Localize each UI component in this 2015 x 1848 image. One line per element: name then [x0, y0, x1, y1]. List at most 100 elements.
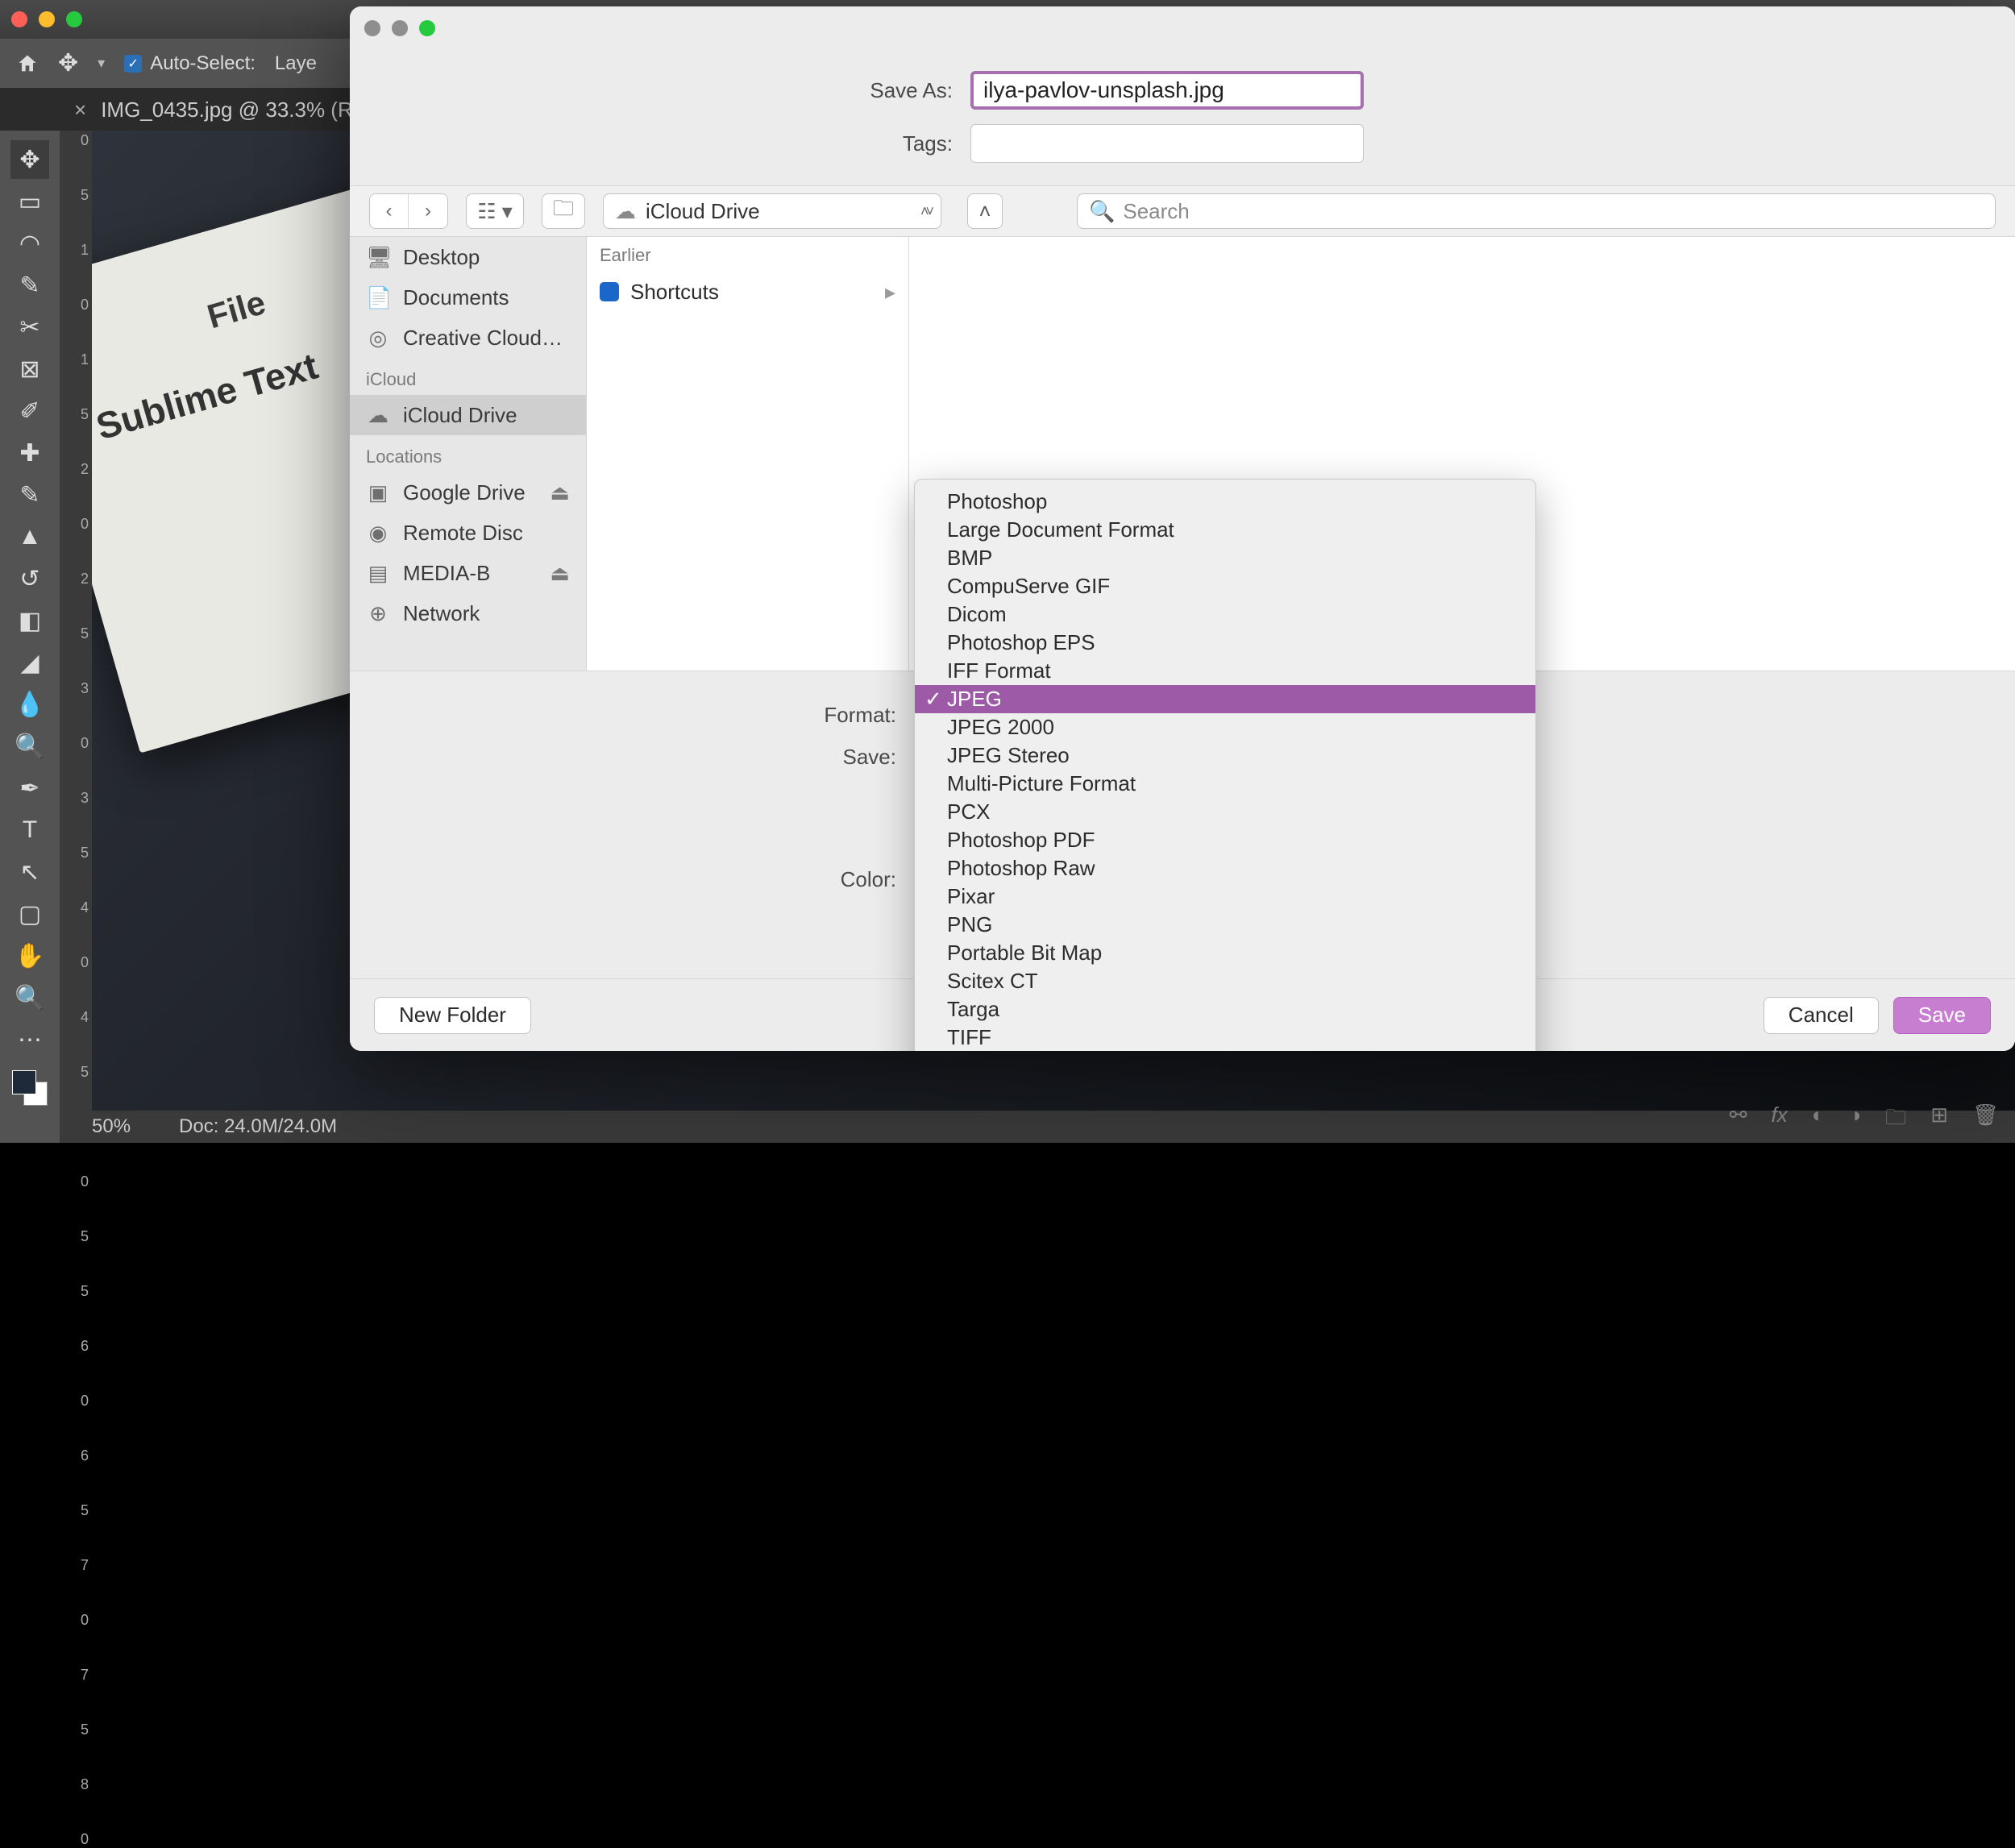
ruler-tick: 1: [60, 351, 92, 368]
format-option-photoshoppdf[interactable]: Photoshop PDF: [915, 826, 1535, 854]
folder-icon[interactable]: 🗀: [1885, 1103, 1906, 1138]
save-dialog: Save As: Tags: ‹ › ☷ ▾ 🗀 ☁︎ iCloud Drive…: [350, 6, 2015, 1051]
move-tool-icon[interactable]: ✥: [58, 49, 78, 77]
fx-icon[interactable]: fx: [1772, 1103, 1788, 1138]
format-option-jpegstereo[interactable]: JPEG Stereo: [915, 741, 1535, 770]
eyedropper-tool[interactable]: ✐: [10, 392, 49, 430]
new-layer-icon[interactable]: ⊞: [1930, 1103, 1948, 1138]
more-tools[interactable]: ⋯: [10, 1020, 49, 1059]
format-option-iffformat[interactable]: IFF Format: [915, 657, 1535, 685]
tab-close-icon[interactable]: ×: [74, 98, 86, 123]
blur-tool[interactable]: 💧: [10, 685, 49, 724]
move-tool[interactable]: ✥: [10, 140, 49, 179]
frame-tool[interactable]: ⊠: [10, 350, 49, 388]
dodge-tool[interactable]: 🔍: [10, 727, 49, 766]
gradient-tool[interactable]: ◢: [10, 643, 49, 682]
sidebar-item-creativecloud[interactable]: ◎Creative Cloud…: [350, 318, 586, 358]
format-popup[interactable]: PhotoshopLarge Document FormatBMPCompuSe…: [914, 479, 1536, 1051]
format-option-png[interactable]: PNG: [915, 911, 1535, 939]
dialog-zoom-icon[interactable]: [419, 20, 435, 36]
sidebar-item-mediab[interactable]: ▤MEDIA-B⏏: [350, 553, 586, 593]
auto-select-checkbox[interactable]: ✓: [124, 55, 142, 73]
eject-icon[interactable]: ⏏: [550, 480, 570, 505]
zoom-tool[interactable]: 🔍: [10, 978, 49, 1017]
close-icon[interactable]: [11, 11, 27, 27]
nav-forward-button[interactable]: ›: [409, 194, 447, 228]
format-option-photoshopeps[interactable]: Photoshop EPS: [915, 629, 1535, 657]
sidebar-item-label: Documents: [403, 285, 509, 310]
stamp-tool[interactable]: ▲: [10, 517, 49, 556]
sidebar-item-label: Desktop: [403, 245, 480, 270]
mask-icon[interactable]: ◐: [1812, 1103, 1825, 1138]
cancel-button[interactable]: Cancel: [1764, 997, 1879, 1034]
sidebar-item-documents[interactable]: 📄Documents: [350, 277, 586, 318]
brush-tool[interactable]: ✎: [10, 475, 49, 514]
collapse-button[interactable]: ˄: [967, 193, 1003, 229]
format-option-targa[interactable]: Targa: [915, 995, 1535, 1024]
browser-toolbar: ‹ › ☷ ▾ 🗀 ☁︎ iCloud Drive ˄˅ ˄ 🔍 Search: [350, 185, 2015, 237]
col2-item-label: Shortcuts: [630, 280, 719, 305]
quick-select-tool[interactable]: ✎: [10, 266, 49, 305]
chevron-down-icon[interactable]: ▾: [98, 55, 105, 72]
format-option-jpeg[interactable]: JPEG: [915, 685, 1535, 713]
dialog-min-icon: [392, 20, 408, 36]
format-option-compuservegif[interactable]: CompuServe GIF: [915, 572, 1535, 600]
link-icon[interactable]: ⚯: [1730, 1103, 1747, 1138]
save-as-input[interactable]: [970, 71, 1364, 110]
home-icon[interactable]: [16, 52, 39, 75]
pen-tool[interactable]: ✒: [10, 769, 49, 808]
type-tool[interactable]: T: [10, 811, 49, 849]
format-option-bmp[interactable]: BMP: [915, 544, 1535, 572]
new-folder-button[interactable]: New Folder: [374, 997, 531, 1034]
tags-input[interactable]: [970, 124, 1364, 163]
view-mode-segment[interactable]: ☷ ▾: [466, 193, 524, 229]
shape-tool[interactable]: ▢: [10, 895, 49, 933]
trash-icon[interactable]: 🗑: [1972, 1103, 1999, 1138]
color-swatches[interactable]: [10, 1069, 49, 1107]
minimize-icon[interactable]: [39, 11, 55, 27]
hand-tool[interactable]: ✋: [10, 936, 49, 975]
vertical-ruler: 05101520253035404550556065707580: [60, 131, 92, 1143]
eject-icon[interactable]: ⏏: [550, 561, 570, 586]
location-popup[interactable]: ☁︎ iCloud Drive ˄˅: [603, 193, 941, 229]
format-option-pcx[interactable]: PCX: [915, 798, 1535, 826]
sidebar-item-network[interactable]: ⊕Network: [350, 593, 586, 633]
marquee-tool[interactable]: ▭: [10, 182, 49, 221]
sidebar-item-googledrive[interactable]: ▣Google Drive⏏: [350, 472, 586, 513]
ruler-tick: 0: [60, 297, 92, 314]
ruler-tick: 7: [60, 1557, 92, 1574]
format-option-dicom[interactable]: Dicom: [915, 600, 1535, 629]
sidebar-item-iclouddrive[interactable]: ☁︎iCloud Drive: [350, 395, 586, 435]
nav-back-button[interactable]: ‹: [370, 194, 409, 228]
format-option-tiff[interactable]: TIFF: [915, 1024, 1535, 1051]
format-option-pixar[interactable]: Pixar: [915, 882, 1535, 911]
lasso-tool[interactable]: ◠: [10, 224, 49, 263]
sidebar-item-desktop[interactable]: 🖥Desktop: [350, 237, 586, 277]
zoom-icon[interactable]: [66, 11, 82, 27]
format-label: Format:: [382, 703, 914, 728]
save-button[interactable]: Save: [1893, 997, 1991, 1034]
sidebar-item-remotedisc[interactable]: ◉Remote Disc: [350, 513, 586, 553]
action-menu-button[interactable]: 🗀: [542, 193, 585, 229]
format-option-jpeg2000[interactable]: JPEG 2000: [915, 713, 1535, 741]
search-field[interactable]: 🔍 Search: [1077, 193, 1996, 229]
format-option-portablebitmap[interactable]: Portable Bit Map: [915, 939, 1535, 967]
col2-item-shortcuts[interactable]: Shortcuts ▸: [587, 274, 908, 309]
format-option-photoshop[interactable]: Photoshop: [915, 488, 1535, 516]
color-label: Color:: [382, 867, 914, 892]
ruler-tick: 5: [60, 1721, 92, 1738]
adjustment-icon[interactable]: ◑: [1848, 1103, 1861, 1138]
save-as-label: Save As:: [382, 78, 970, 103]
path-select-tool[interactable]: ↖: [10, 853, 49, 891]
eraser-tool[interactable]: ◧: [10, 601, 49, 640]
history-brush-tool[interactable]: ↺: [10, 559, 49, 598]
format-option-scitexct[interactable]: Scitex CT: [915, 967, 1535, 995]
format-option-multipictureformat[interactable]: Multi-Picture Format: [915, 770, 1535, 798]
status-zoom[interactable]: 50%: [92, 1115, 131, 1138]
format-option-largedocumentformat[interactable]: Large Document Format: [915, 516, 1535, 544]
format-option-photoshopraw[interactable]: Photoshop Raw: [915, 854, 1535, 882]
ruler-tick: 5: [60, 1502, 92, 1519]
layer-dropdown[interactable]: Laye: [275, 52, 317, 75]
crop-tool[interactable]: ✂: [10, 308, 49, 347]
healing-tool[interactable]: ✚: [10, 434, 49, 472]
